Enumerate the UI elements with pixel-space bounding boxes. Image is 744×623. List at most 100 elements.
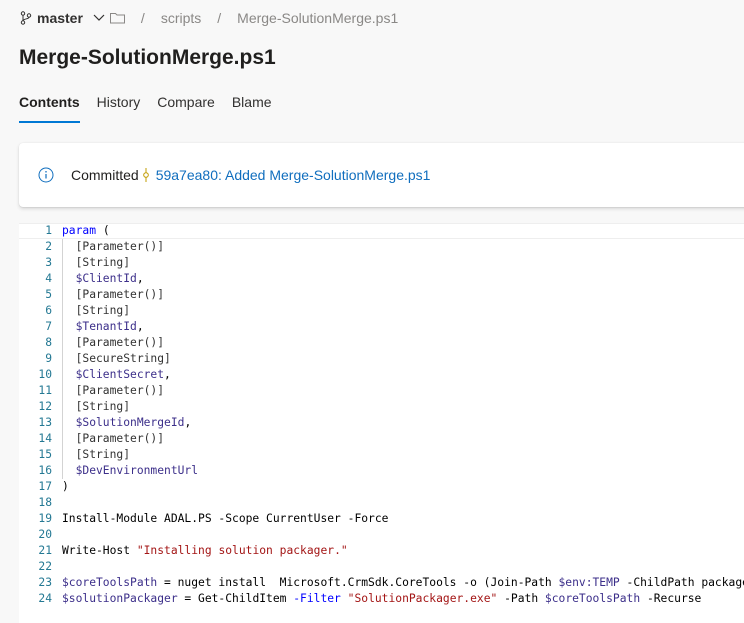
code-text: [Parameter()] [62, 383, 164, 399]
code-line: 18 [19, 495, 744, 511]
code-token: , [184, 416, 192, 429]
chevron-down-icon [93, 14, 105, 21]
code-line: 7 $TenantId, [19, 319, 744, 335]
code-token: [String] [62, 400, 131, 413]
branch-icon [20, 11, 32, 25]
code-text: Write-Host "Installing solution packager… [62, 543, 348, 559]
line-number: 10 [38, 368, 52, 381]
code-text: $TenantId, [62, 319, 144, 335]
line-number: 21 [38, 544, 52, 557]
code-line: 21 Write-Host "Installing solution packag… [19, 543, 744, 559]
code-line: 2 [Parameter()] [19, 239, 744, 255]
code-text: $ClientSecret, [62, 367, 171, 383]
code-line: 19 Install-Module ADAL.PS -Scope CurrentU… [19, 511, 744, 527]
code-token: , [136, 320, 144, 333]
code-token: [SecureString] [62, 352, 171, 365]
code-token: Install-Module ADAL.PS -Scope CurrentUse… [62, 512, 389, 525]
line-number: 19 [38, 512, 52, 525]
line-number: 2 [45, 240, 52, 253]
code-line: 9 [SecureString] [19, 351, 744, 367]
code-token: [Parameter()] [62, 336, 165, 349]
code-text: param ( [62, 224, 110, 238]
code-line: 17) [19, 479, 744, 495]
code-token: [Parameter()] [62, 288, 165, 301]
breadcrumb-scripts[interactable]: scripts [161, 10, 201, 26]
line-number: 1 [45, 224, 52, 237]
code-line: 20 [19, 527, 744, 543]
code-text: [Parameter()] [62, 431, 164, 447]
code-token: [String] [62, 256, 131, 269]
code-token: $DevEnvironmentUrl [62, 464, 199, 477]
code-token: , [136, 272, 144, 285]
code-line: 4 $ClientId, [19, 271, 744, 287]
code-text: $ClientId, [62, 271, 144, 287]
code-text: $solutionPackager = Get-ChildItem -Filte… [62, 591, 701, 607]
line-number: 5 [45, 288, 52, 301]
line-number: 6 [45, 304, 52, 317]
code-line: 14 [Parameter()] [19, 431, 744, 447]
tab-blame[interactable]: Blame [232, 94, 272, 123]
code-line: 11 [Parameter()] [19, 383, 744, 399]
breadcrumb-separator: / [217, 10, 222, 26]
commit-link[interactable]: 59a7ea80: Added Merge-SolutionMerge.ps1 [156, 167, 431, 183]
code-editor[interactable]: 1 param (2 [Parameter()] 3 [String] 4 $Clie… [19, 223, 744, 623]
code-line: 8 [Parameter()] [19, 335, 744, 351]
code-text: $coreToolsPath = nuget install Microsoft… [62, 575, 744, 591]
code-line: 13 $SolutionMergeId, [19, 415, 744, 431]
code-token: "Installing solution packager." [136, 544, 348, 557]
tab-contents[interactable]: Contents [19, 94, 80, 123]
code-token: param [62, 224, 97, 237]
line-number: 15 [38, 448, 52, 461]
code-line: 3 [String] [19, 255, 744, 271]
code-text: [String] [62, 447, 130, 463]
code-line: 5 [Parameter()] [19, 287, 744, 303]
line-number: 16 [38, 464, 52, 477]
page-title: Merge-SolutionMerge.ps1 [19, 46, 276, 69]
code-token: Write-Host [62, 544, 137, 557]
code-token: = Get-ChildItem [177, 592, 294, 605]
code-line: 1 param ( [19, 223, 744, 239]
committed-label: Committed [71, 167, 139, 183]
code-token: $solutionPackager [62, 592, 178, 605]
code-line: 22 [19, 559, 744, 575]
code-text: [String] [62, 303, 130, 319]
code-line: 10 $ClientSecret, [19, 367, 744, 383]
branch-selector[interactable]: master [20, 10, 110, 26]
tab-history[interactable]: History [97, 94, 141, 123]
branch-name: master [37, 10, 83, 26]
code-token: ) [62, 480, 69, 493]
code-line: 23 $coreToolsPath = nuget install Microso… [19, 575, 744, 591]
line-number: 18 [38, 496, 52, 509]
code-text: [Parameter()] [62, 335, 164, 351]
breadcrumb-separator: / [140, 10, 145, 26]
line-number: 7 [45, 320, 52, 333]
code-token: [Parameter()] [62, 432, 165, 445]
info-icon [38, 167, 54, 183]
code-line: 16 $DevEnvironmentUrl [19, 463, 744, 479]
code-token: -Recurse [640, 592, 702, 605]
code-text: ) [62, 479, 69, 495]
code-line: 24 $solutionPackager = Get-ChildItem -Fil… [19, 591, 744, 607]
code-text: [Parameter()] [62, 287, 164, 303]
code-token: [String] [62, 448, 131, 461]
line-number: 24 [38, 592, 52, 605]
code-token: ( [96, 224, 110, 237]
code-token: -ChildPath packages) [626, 576, 744, 589]
code-token: $env:TEMP [558, 576, 620, 589]
code-token: "SolutionPackager.exe" [347, 592, 498, 605]
code-token: , [164, 368, 171, 381]
folder-icon[interactable] [109, 12, 125, 24]
code-token: $coreToolsPath [62, 576, 158, 589]
code-text: Install-Module ADAL.PS -Scope CurrentUse… [62, 511, 388, 527]
code-text: [String] [62, 255, 130, 271]
code-token: $ClientSecret [62, 368, 165, 381]
tab-compare[interactable]: Compare [157, 94, 215, 123]
line-number: 22 [38, 560, 52, 573]
commit-icon [142, 168, 149, 182]
breadcrumb-bar: master / scripts / Merge-SolutionMerge.p… [20, 8, 398, 28]
file-tabs: Contents History Compare Blame [19, 94, 289, 123]
code-text: [String] [62, 399, 130, 415]
breadcrumb-file[interactable]: Merge-SolutionMerge.ps1 [237, 10, 398, 26]
line-number: 23 [38, 576, 52, 589]
